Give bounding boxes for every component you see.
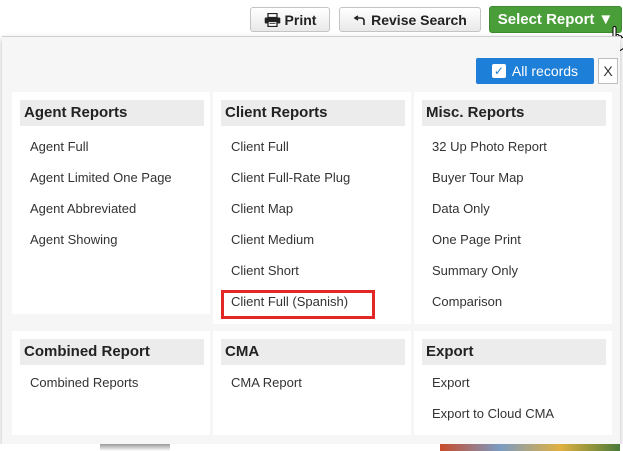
close-button[interactable]: X (598, 58, 618, 84)
report-item[interactable]: 32 Up Photo Report (432, 137, 547, 157)
report-item[interactable]: Combined Reports (30, 373, 138, 393)
highlight-box (221, 290, 375, 319)
section-title: Misc. Reports (422, 100, 606, 126)
report-item[interactable]: Buyer Tour Map (432, 168, 524, 188)
section-title: CMA (221, 339, 405, 365)
report-item[interactable]: Client Full-Rate Plug (231, 168, 350, 188)
report-toolbar: Print Revise Search Select Report ▼ (0, 0, 623, 51)
report-item[interactable]: Agent Showing (30, 230, 117, 250)
report-dropdown-panel: ✓ All records X Agent Reports Agent Full… (2, 36, 620, 445)
misc-reports-section: Misc. Reports 32 Up Photo Report Buyer T… (414, 92, 612, 324)
background-content-strip (0, 444, 623, 451)
select-report-button[interactable]: Select Report ▼ (489, 6, 622, 33)
revise-search-button[interactable]: Revise Search (339, 7, 481, 32)
combined-report-section: Combined Report Combined Reports (12, 331, 210, 435)
background-fragment (440, 444, 620, 451)
select-report-label: Select Report (497, 11, 595, 28)
cma-section: CMA CMA Report (213, 331, 411, 435)
report-item[interactable]: Agent Full (30, 137, 89, 157)
report-item[interactable]: Client Map (231, 199, 293, 219)
report-item[interactable]: Client Full (231, 137, 289, 157)
section-title: Agent Reports (20, 100, 204, 126)
revise-arrow-icon (353, 14, 365, 25)
printer-icon (264, 12, 280, 27)
section-title: Client Reports (221, 100, 405, 126)
report-item[interactable]: Export (432, 373, 470, 393)
print-label: Print (284, 11, 317, 28)
background-fragment (100, 444, 170, 451)
export-section: Export Export Export to Cloud CMA (414, 331, 612, 435)
agent-reports-section: Agent Reports Agent Full Agent Limited O… (12, 92, 210, 314)
report-item[interactable]: Client Short (231, 261, 299, 281)
checkbox-checked-icon: ✓ (491, 64, 506, 78)
report-item[interactable]: Export to Cloud CMA (432, 404, 554, 424)
report-item[interactable]: Agent Limited One Page (30, 168, 172, 188)
report-item[interactable]: Client Medium (231, 230, 314, 250)
all-records-label: All records (511, 63, 579, 79)
all-records-button[interactable]: ✓ All records (476, 58, 594, 84)
report-item[interactable]: One Page Print (432, 230, 521, 250)
section-title: Export (422, 339, 606, 365)
section-title: Combined Report (20, 339, 204, 365)
revise-search-label: Revise Search (371, 11, 467, 28)
report-item[interactable]: Comparison (432, 292, 502, 312)
report-item[interactable]: Data Only (432, 199, 490, 219)
report-item[interactable]: Summary Only (432, 261, 518, 281)
print-button[interactable]: Print (250, 7, 330, 32)
report-item[interactable]: Agent Abbreviated (30, 199, 136, 219)
report-item[interactable]: CMA Report (231, 373, 302, 393)
